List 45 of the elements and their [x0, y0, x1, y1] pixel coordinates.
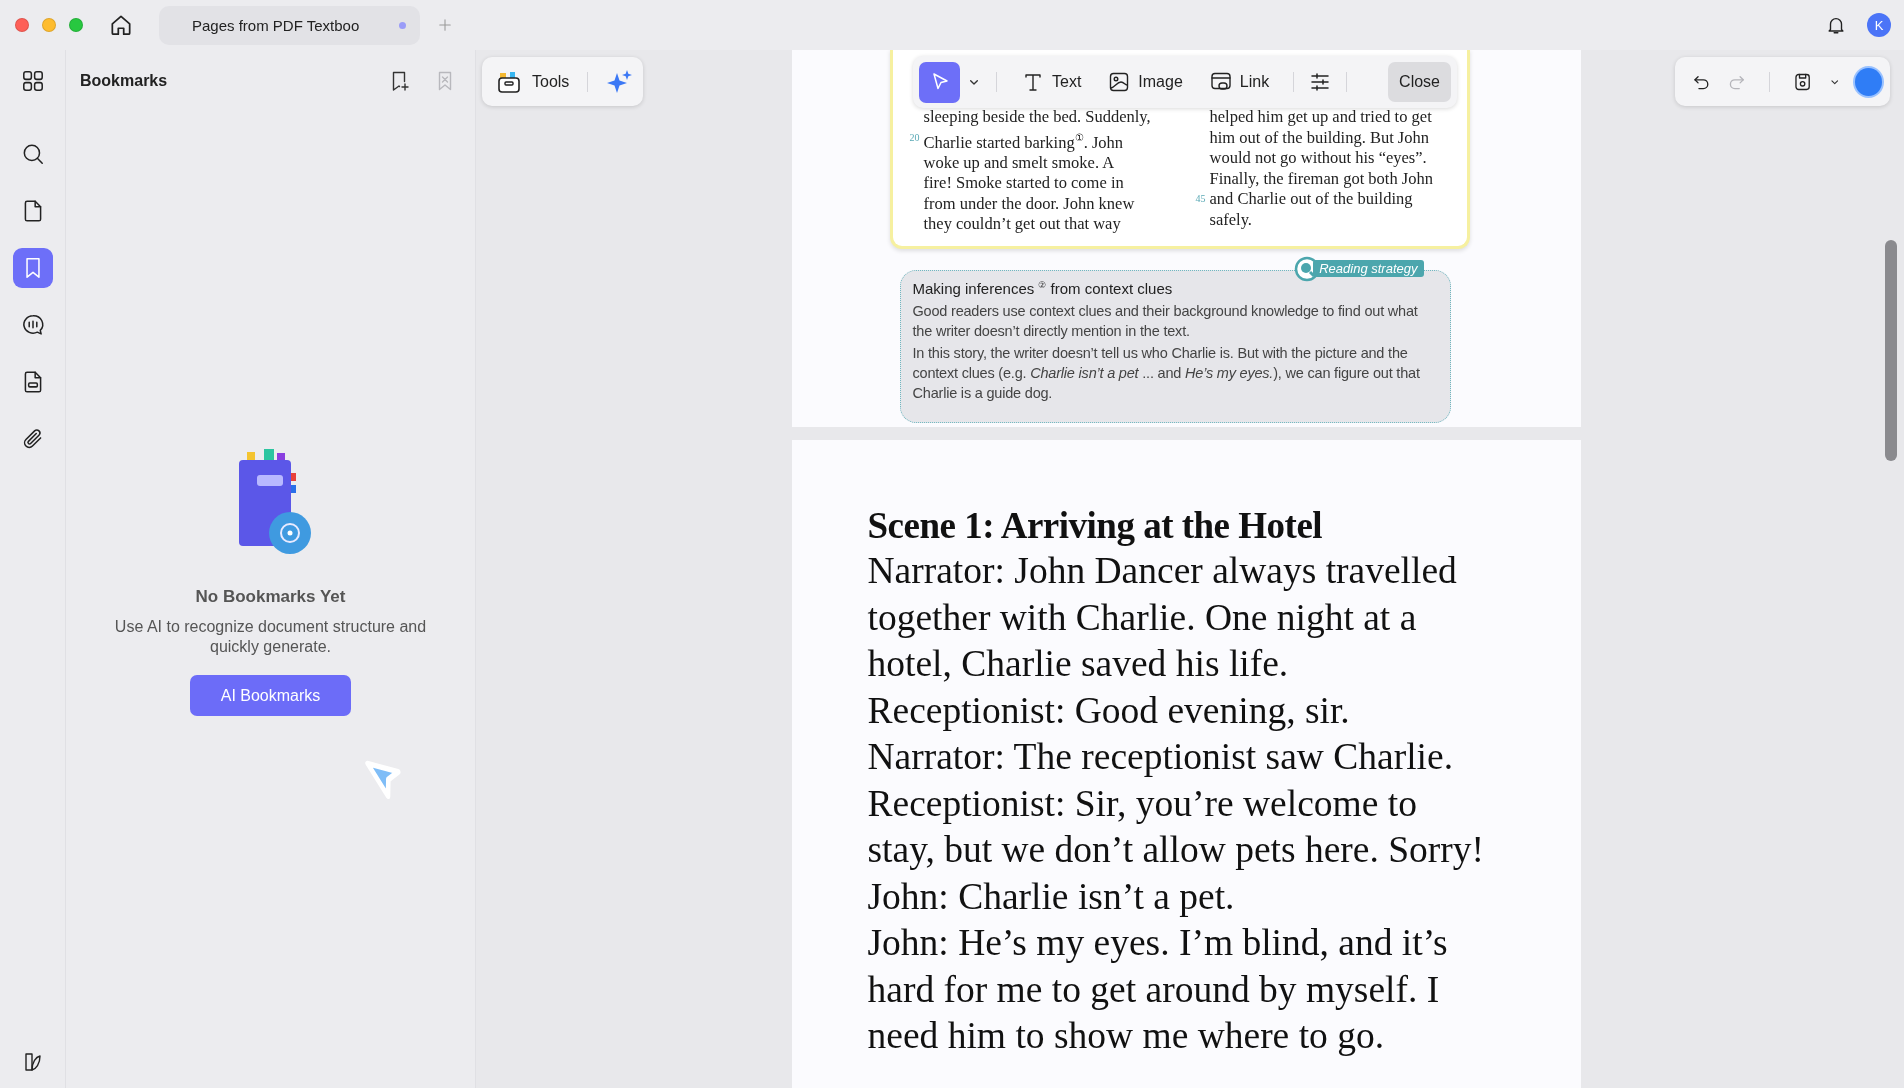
story-text-line: would not go without his “eyes”. — [1209, 148, 1427, 169]
document-tab[interactable]: Pages from PDF Textboo — [159, 5, 420, 45]
scene-heading: Scene 1: Arriving at the Hotel — [867, 504, 1324, 548]
ai-assistant-icon[interactable] — [1855, 67, 1882, 96]
script-line: hard for me to get around by myself. I — [867, 967, 1441, 1012]
strategy-paragraph: Good readers use context clues and their background knowledge to find out what the writer doesn’t directly mention in the text. — [912, 302, 1419, 341]
script-line: hotel, Charlie saved his life. — [867, 642, 1290, 686]
edit-tool-button[interactable]: Image — [1097, 62, 1193, 102]
story-text-line: and Charlie out of the building — [1209, 189, 1413, 210]
close-button[interactable]: Close — [1388, 62, 1451, 102]
story-text-line: safely. — [1209, 209, 1252, 231]
reading-strategy-badge: Reading strategy — [1313, 260, 1424, 277]
empty-state-description: Use AI to recognize document structure and quickly generate. — [113, 617, 428, 657]
story-text-line: from under the door. John knew — [923, 193, 1135, 215]
script-line: Receptionist: Sir, you’re welcome to — [867, 781, 1418, 826]
story-text-line: sleeping beside the bed. Suddenly, — [923, 107, 1151, 128]
scrollbar-thumb[interactable] — [1885, 240, 1897, 461]
story-text-line: Charlie started barking$^{①}$. John — [923, 130, 1124, 153]
story-text-line: Finally, the fireman got both John — [1209, 168, 1433, 190]
script-line: John: Charlie isn’t a pet. — [867, 874, 1236, 919]
story-text-line: helped him get up and tried to get — [1209, 107, 1432, 128]
script-line: stay, but we don’t allow pets here. Sorry! — [867, 828, 1486, 872]
line-number: 45 — [1195, 192, 1207, 207]
edit-tool-button[interactable]: Text — [1011, 62, 1092, 102]
panel-title: Bookmarks — [80, 72, 168, 90]
script-line: Narrator: John Dancer always travelled — [867, 549, 1458, 593]
edit-tool-button[interactable]: Link — [1198, 62, 1280, 102]
strategy-paragraph: In this story, the writer doesn’t tell us who Charlie is. But with the picture and the context clues (e.g. Charlie isn’t a pet ... and He’s my eyes.), we can figure out that Charlie is a guide dog. — [912, 344, 1421, 403]
line-number: 20 — [909, 130, 921, 145]
story-text-line: him out of the building. But John — [1209, 127, 1430, 149]
script-line: Narrator: The receptionist saw Charlie. — [867, 735, 1455, 779]
story-text-line: they couldn’t get out that way — [923, 214, 1121, 236]
empty-state-title: No Bookmarks Yet — [195, 587, 346, 607]
script-line: together with Charlie. One night at a — [867, 595, 1418, 640]
ai-bookmarks-button[interactable]: AI Bookmarks — [190, 675, 351, 716]
strategy-title: Making inferences $^{②}$ from context clues — [912, 280, 1174, 297]
story-text-line: fire! Smoke started to come in — [923, 173, 1124, 194]
user-avatar[interactable]: K — [1867, 13, 1891, 37]
story-text-line: woke up and smelt smoke. A — [923, 152, 1115, 174]
script-line: need him to show me where to go. — [867, 1014, 1386, 1058]
select-tool-button[interactable] — [919, 61, 960, 103]
tools-button[interactable]: Tools — [482, 57, 643, 106]
close-window-button[interactable] — [15, 18, 29, 32]
script-line: Receptionist: Good evening, sir. — [867, 688, 1351, 733]
script-line: John: He’s my eyes. I’m blind, and it’s — [867, 921, 1449, 965]
